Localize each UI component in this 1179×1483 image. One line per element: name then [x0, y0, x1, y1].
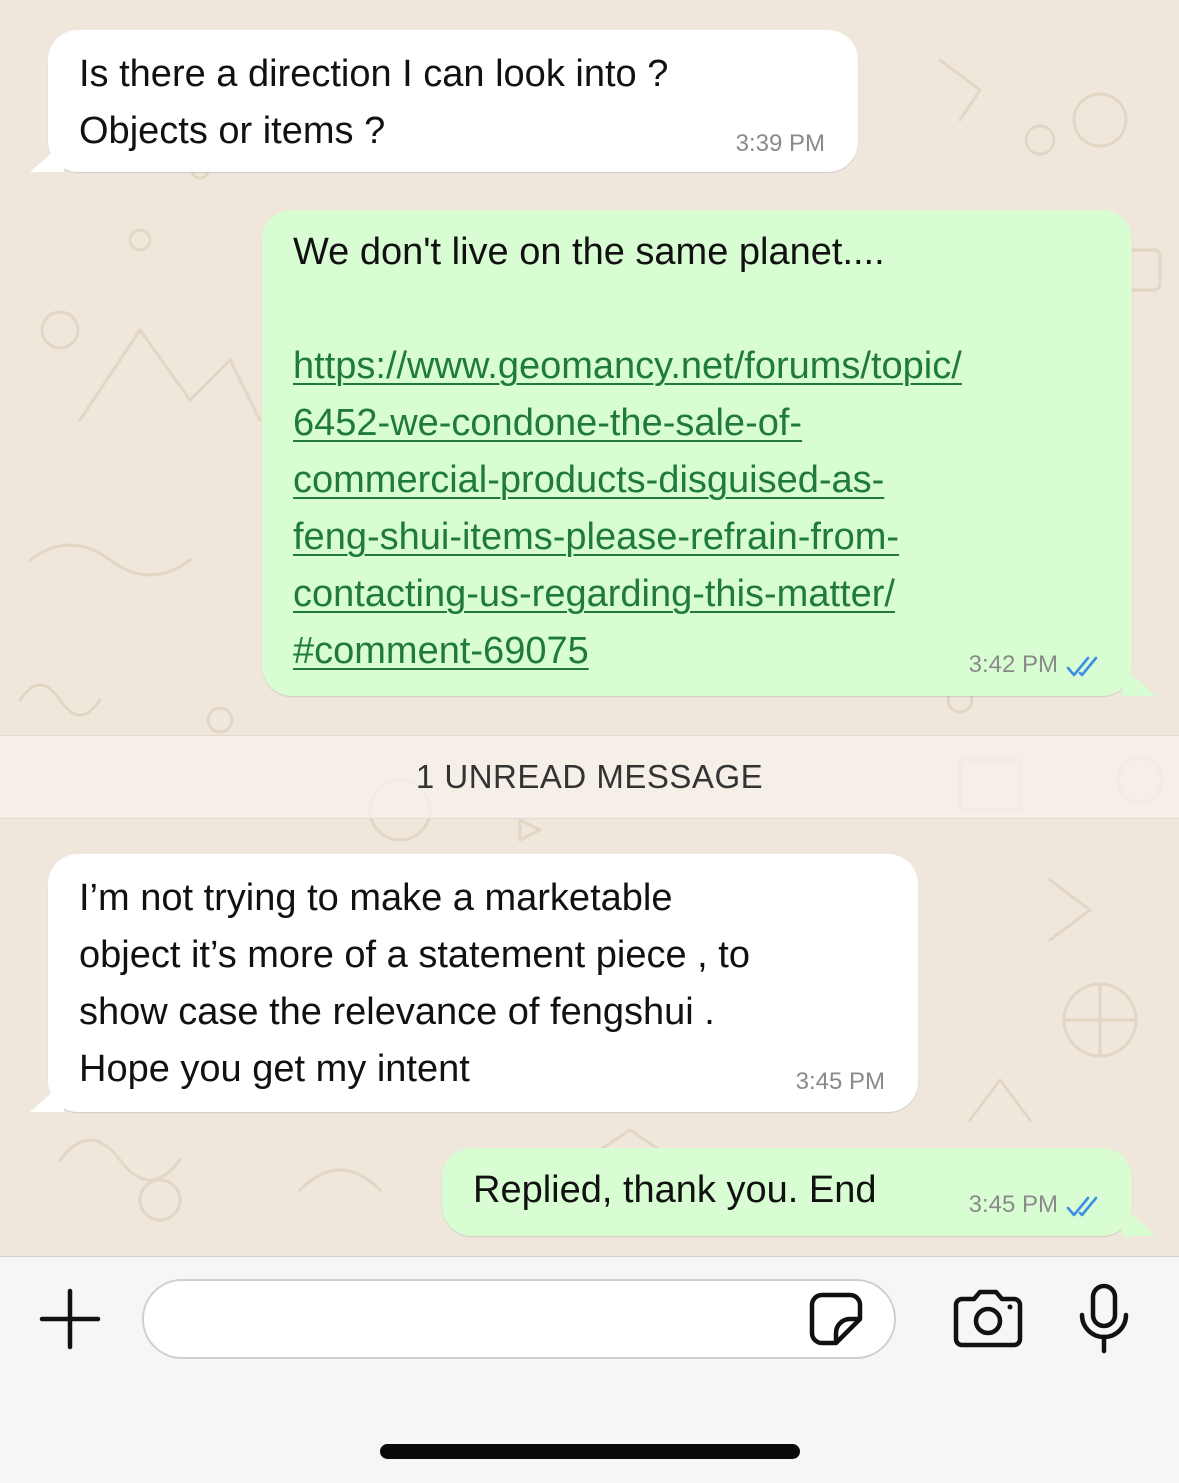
message-link[interactable]: contacting-us-regarding-this-matter/ [293, 566, 1102, 623]
message-text-line: We don't live on the same planet.... [293, 231, 885, 273]
unread-divider: 1 UNREAD MESSAGE [0, 735, 1179, 819]
message-text-line: object it’s more of a statement piece , … [79, 934, 750, 976]
message-text-line: Objects or items ? [79, 110, 386, 152]
message-timestamp: 3:39 PM [735, 130, 825, 157]
unread-divider-label: 1 UNREAD MESSAGE [415, 758, 764, 795]
message-text-line: Is there a direction I can look into ? [79, 53, 669, 95]
message-timestamp: 3:45 PM [968, 1191, 1058, 1218]
home-indicator[interactable] [380, 1444, 800, 1459]
message-timestamp: 3:42 PM [968, 651, 1058, 678]
outgoing-message[interactable]: We don't live on the same planet.... htt… [262, 210, 1132, 696]
message-composer [0, 1256, 1179, 1483]
message-text-line: I’m not trying to make a marketable [79, 877, 673, 919]
sticker-icon[interactable] [808, 1291, 864, 1347]
message-link[interactable]: feng-shui-items-please-refrain-from- [293, 509, 1102, 566]
message-link[interactable]: https://www.geomancy.net/forums/topic/ [293, 338, 1102, 395]
microphone-icon[interactable] [1076, 1283, 1132, 1355]
message-text-line: Hope you get my intent [79, 1048, 470, 1090]
message-timestamp: 3:45 PM [795, 1068, 885, 1095]
message-input[interactable] [142, 1279, 896, 1359]
outgoing-message[interactable]: Replied, thank you. End 3:45 PM [442, 1148, 1132, 1236]
incoming-message[interactable]: I’m not trying to make a marketable obje… [48, 854, 918, 1112]
plus-icon[interactable] [38, 1287, 102, 1351]
message-link[interactable]: commercial-products-disguised-as- [293, 452, 1102, 509]
camera-icon[interactable] [952, 1289, 1024, 1349]
message-link[interactable]: 6452-we-condone-the-sale-of- [293, 395, 1102, 452]
read-receipt-icon [1066, 1196, 1098, 1217]
read-receipt-icon [1066, 656, 1098, 677]
chat-wallpaper: Is there a direction I can look into ? O… [0, 0, 1179, 1256]
incoming-message[interactable]: Is there a direction I can look into ? O… [48, 30, 858, 172]
message-text-line: show case the relevance of fengshui . [79, 991, 715, 1033]
